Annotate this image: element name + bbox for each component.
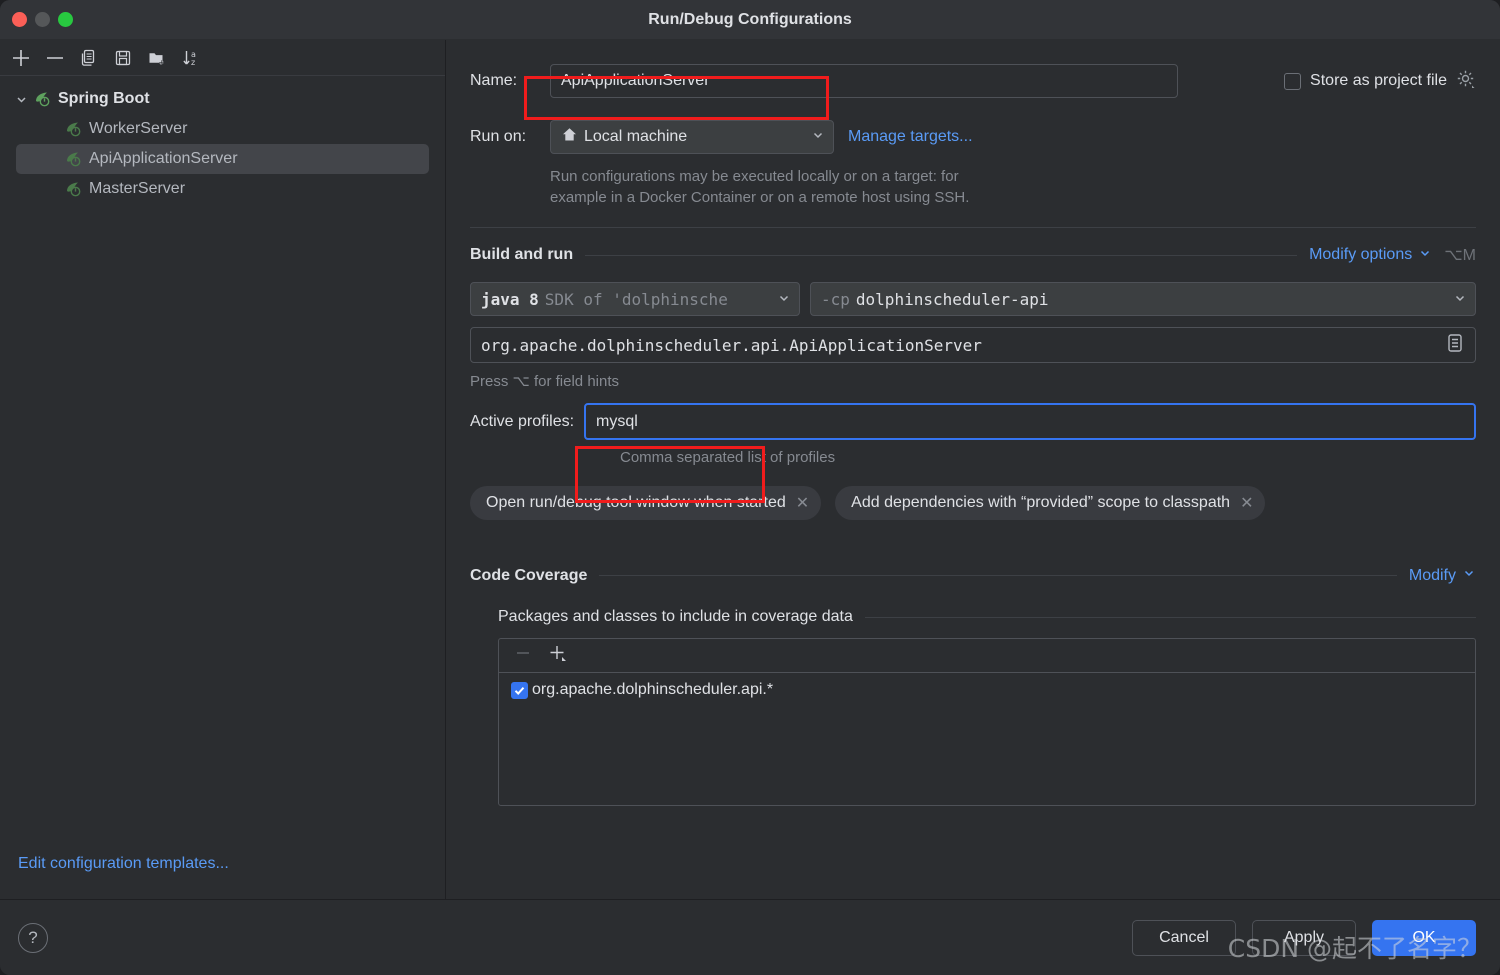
active-profiles-hint: Comma separated list of profiles [620,449,836,466]
sdk-dropdown[interactable]: java 8 SDK of 'dolphinsche [470,282,800,316]
copy-configuration-button[interactable] [74,44,104,72]
configurations-sidebar: a z Spring Boot WorkerServer ApiApplicat… [0,40,446,899]
field-hints-text: Press ⌥ for field hints [470,373,620,390]
sidebar-item-label: MasterServer [89,180,186,197]
modify-options-shortcut: ⌥M [1444,247,1476,264]
chip-label: Add dependencies with “provided” scope t… [851,494,1231,511]
name-input[interactable]: ApiApplicationServer [550,64,1178,98]
add-configuration-button[interactable] [6,44,36,72]
sidebar-item-apiapplicationserver[interactable]: ApiApplicationServer [16,144,429,174]
run-on-description-line1: Run configurations may be executed local… [550,168,959,185]
cancel-button[interactable]: Cancel [1132,919,1236,956]
svg-text:z: z [191,58,195,67]
sdk-bold-text: java 8 [481,289,539,309]
code-coverage-header: Code Coverage Modify [470,566,1476,585]
run-on-dropdown[interactable]: Local machine [550,120,834,154]
coverage-packages-list: org.apache.dolphinscheduler.api.* [498,638,1476,806]
store-as-project-file-row[interactable]: Store as project file [1284,69,1476,94]
section-divider [470,227,1476,228]
chevron-down-icon[interactable] [14,93,28,106]
chevron-down-icon[interactable] [777,290,791,309]
packages-include-title: Packages and classes to include in cover… [498,608,853,625]
code-coverage-title: Code Coverage [470,566,588,584]
name-row: Name: ApiApplicationServer Store as proj… [470,64,1476,98]
run-on-value: Local machine [584,128,688,145]
run-on-row: Run on: Local machine Manage targets... [470,120,1476,154]
sdk-dim-text: SDK of 'dolphinsche [544,289,728,309]
manage-targets-link[interactable]: Manage targets... [848,128,973,146]
sidebar-item-label: WorkerServer [89,120,188,137]
modify-options-link[interactable]: Modify options [1309,246,1412,264]
sdk-classpath-row: java 8 SDK of 'dolphinsche -cp dolphinsc… [470,282,1476,316]
spring-boot-icon [33,90,53,108]
sidebar-item-masterserver[interactable]: MasterServer [0,174,445,204]
main-class-value: org.apache.dolphinscheduler.api.ApiAppli… [481,335,982,355]
sidebar-item-workerserver[interactable]: WorkerServer [0,114,445,144]
spring-boot-icon [64,180,84,198]
configurations-tree: Spring Boot WorkerServer ApiApplicationS… [0,76,445,855]
store-as-project-file-label: Store as project file [1310,72,1447,89]
tree-group-spring-boot[interactable]: Spring Boot [0,84,445,114]
remove-package-button[interactable] [513,643,533,668]
build-and-run-title: Build and run [470,246,574,263]
chip-add-provided-dependencies[interactable]: Add dependencies with “provided” scope t… [835,486,1266,520]
sort-configurations-button[interactable]: a z [176,44,206,72]
zoom-window-button[interactable] [58,12,73,27]
close-window-button[interactable] [12,12,27,27]
dialog-body: a z Spring Boot WorkerServer ApiApplicat… [0,40,1500,899]
spring-boot-icon [64,150,84,168]
new-folder-button[interactable] [142,44,172,72]
document-list-icon[interactable] [1445,332,1465,358]
main-class-input[interactable]: org.apache.dolphinscheduler.api.ApiAppli… [470,327,1476,363]
dialog-title: Run/Debug Configurations [648,10,852,28]
question-mark-icon[interactable]: ? [18,922,48,953]
close-icon[interactable]: ✕ [1240,493,1253,513]
edit-configuration-templates-link[interactable]: Edit configuration templates... [0,855,445,899]
spring-boot-icon [64,120,84,138]
chip-open-run-debug-tool-window[interactable]: Open run/debug tool window when started … [470,486,822,520]
save-configuration-button[interactable] [108,44,138,72]
remove-configuration-button[interactable] [40,44,70,72]
chevron-down-icon[interactable] [1453,290,1467,309]
configuration-form: Name: ApiApplicationServer Store as proj… [446,40,1500,899]
minimize-window-button[interactable] [35,12,50,27]
gear-icon[interactable] [1456,69,1476,94]
packages-include-header: Packages and classes to include in cover… [498,608,1476,626]
coverage-list-item[interactable]: org.apache.dolphinscheduler.api.* [499,673,1475,699]
coverage-item-label: org.apache.dolphinscheduler.api.* [532,681,774,698]
chevron-down-icon[interactable] [1418,246,1432,265]
classpath-dropdown[interactable]: -cp dolphinscheduler-api [810,282,1476,316]
sidebar-item-label: ApiApplicationServer [89,150,238,167]
coverage-list-toolbar [499,639,1475,673]
run-on-description-line2: example in a Docker Container or on a re… [550,189,970,206]
store-as-project-file-checkbox[interactable] [1284,72,1302,90]
close-icon[interactable]: ✕ [796,493,809,513]
tree-group-label: Spring Boot [58,90,150,107]
chip-label: Open run/debug tool window when started [486,494,786,511]
home-icon [561,126,578,148]
title-bar: Run/Debug Configurations [0,0,1500,40]
classpath-value: dolphinscheduler-api [855,289,1049,309]
run-on-description: Run configurations may be executed local… [550,168,1476,206]
coverage-item-checkbox[interactable] [511,681,528,699]
run-debug-configurations-dialog: Run/Debug Configurations a z Spring Boot… [0,0,1500,975]
code-coverage-modify-link[interactable]: Modify [1409,567,1456,585]
classpath-prefix: -cp [821,289,850,309]
active-profiles-label: Active profiles: [470,412,575,430]
window-controls [0,12,73,27]
active-profiles-input[interactable]: mysql [584,403,1476,440]
active-profiles-row: Active profiles: mysql [470,403,1476,440]
add-package-button[interactable] [547,642,569,669]
options-chips: Open run/debug tool window when started … [470,486,1476,520]
chevron-down-icon[interactable] [811,128,825,147]
sidebar-toolbar: a z [0,40,445,76]
run-on-label: Run on: [470,128,527,145]
csdn-watermark: CSDN @起不了名字？ [1227,934,1482,963]
name-label: Name: [470,72,518,89]
build-and-run-header: Build and run Modify options ⌥M [470,245,1476,265]
chevron-down-icon[interactable] [1462,566,1476,585]
